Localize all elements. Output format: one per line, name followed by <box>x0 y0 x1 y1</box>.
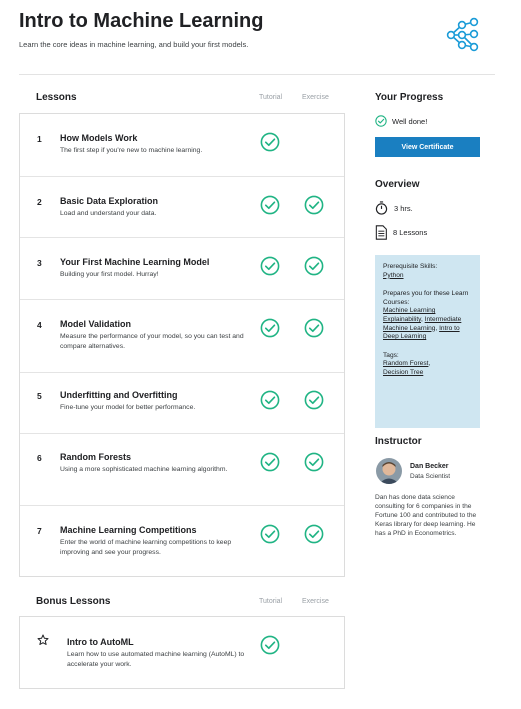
lesson-row-1[interactable]: 1 How Models Work The first step if you'… <box>20 114 344 177</box>
lesson-row-5[interactable]: 5 Underfitting and Overfitting Fine-tune… <box>20 373 344 434</box>
overview-lessons-text: 8 Lessons <box>393 228 428 237</box>
lesson-number: 6 <box>37 453 42 463</box>
progress-title: Your Progress <box>375 92 444 103</box>
tutorial-complete-check-icon[interactable] <box>260 195 280 215</box>
bonus-lesson-row[interactable]: Intro to AutoML Learn how to use automat… <box>19 616 345 689</box>
check-circle-icon <box>375 115 387 127</box>
lesson-description: Fine-tune your model for better performa… <box>60 404 196 411</box>
lesson-number: 4 <box>37 320 42 330</box>
bonus-lessons-title: Bonus Lessons <box>36 596 111 607</box>
tutorial-complete-check-icon[interactable] <box>260 256 280 276</box>
lesson-number: 3 <box>37 258 42 268</box>
prereq-link-python[interactable]: Python <box>383 272 404 279</box>
tag-link-decision-tree[interactable]: Decision Tree <box>383 369 423 376</box>
star-icon <box>37 634 49 645</box>
exercise-complete-check-icon[interactable] <box>304 390 324 410</box>
lesson-title[interactable]: Basic Data Exploration <box>60 196 158 206</box>
share-icon[interactable] <box>444 17 480 53</box>
progress-status-text: Well done! <box>392 116 428 126</box>
progress-status: Well done! <box>375 115 427 127</box>
lesson-title[interactable]: Model Validation <box>60 319 131 329</box>
lesson-row-3[interactable]: 3 Your First Machine Learning Model Buil… <box>20 238 344 300</box>
tutorial-complete-check-icon[interactable] <box>260 635 280 655</box>
tutorial-complete-check-icon[interactable] <box>260 390 280 410</box>
tutorial-complete-check-icon[interactable] <box>260 524 280 544</box>
lesson-row-4[interactable]: 4 Model Validation Measure the performan… <box>20 300 344 373</box>
overview-duration-text: 3 hrs. <box>394 203 413 213</box>
instructor-title: Instructor <box>375 436 422 447</box>
lessons-title: Lessons <box>36 92 77 103</box>
tag-link-random-forest[interactable]: Random Forest <box>383 360 428 367</box>
course-title: Intro to Machine Learning <box>19 10 264 32</box>
lesson-title[interactable]: Machine Learning Competitions <box>60 525 197 535</box>
exercise-column-label: Exercise <box>302 598 329 605</box>
lesson-description: Measure the performance of your model, s… <box>60 333 244 350</box>
exercise-complete-check-icon[interactable] <box>304 256 324 276</box>
lesson-title[interactable]: Intro to AutoML <box>67 637 134 647</box>
lesson-title[interactable]: Random Forests <box>60 452 131 462</box>
lesson-title[interactable]: Underfitting and Overfitting <box>60 390 178 400</box>
lesson-row-7[interactable]: 7 Machine Learning Competitions Enter th… <box>20 506 344 576</box>
lesson-number: 1 <box>37 134 42 144</box>
lesson-row-6[interactable]: 6 Random Forests Using a more sophistica… <box>20 434 344 506</box>
tutorial-complete-check-icon[interactable] <box>260 318 280 338</box>
instructor-name[interactable]: Dan Becker <box>410 463 449 470</box>
overview-lessons: 8 Lessons <box>375 225 427 240</box>
stopwatch-icon <box>375 201 388 215</box>
instructor-role: Data Scientist <box>410 473 451 480</box>
lesson-description: Using a more sophisticated machine learn… <box>60 466 228 473</box>
exercise-complete-check-icon[interactable] <box>304 452 324 472</box>
instructor-avatar[interactable] <box>376 458 402 484</box>
exercise-complete-check-icon[interactable] <box>304 524 324 544</box>
document-icon <box>375 225 387 240</box>
exercise-complete-check-icon[interactable] <box>304 318 324 338</box>
tutorial-column-label: Tutorial <box>259 598 283 605</box>
lesson-title[interactable]: Your First Machine Learning Model <box>60 257 209 267</box>
bonus-lessons-header: Bonus Lessons Tutorial Exercise <box>19 592 345 612</box>
lesson-number: 7 <box>37 526 42 536</box>
course-subtitle: Learn the core ideas in machine learning… <box>19 40 249 49</box>
lesson-description: The first step if you're new to machine … <box>60 147 203 154</box>
lesson-description: Enter the world of machine learning comp… <box>60 539 232 556</box>
lesson-number: 2 <box>37 197 42 207</box>
lesson-number: 5 <box>37 391 42 401</box>
exercise-complete-check-icon[interactable] <box>304 195 324 215</box>
tutorial-complete-check-icon[interactable] <box>260 132 280 152</box>
exercise-column-label: Exercise <box>302 94 329 101</box>
prepares-label: Prepares you for these Learn Courses: <box>383 290 469 306</box>
lesson-description: Learn how to use automated machine learn… <box>67 651 245 668</box>
prereq-label: Prerequisite Skills: <box>383 263 438 270</box>
view-certificate-button[interactable]: View Certificate <box>375 137 480 157</box>
overview-title: Overview <box>375 179 420 190</box>
lessons-list: 1 How Models Work The first step if you'… <box>19 113 345 577</box>
instructor-bio: Dan has done data science consulting for… <box>375 494 477 537</box>
tags-label: Tags: <box>383 351 399 359</box>
lesson-title[interactable]: How Models Work <box>60 133 137 143</box>
lesson-row-2[interactable]: 2 Basic Data Exploration Load and unders… <box>20 177 344 238</box>
lesson-description: Building your first model. Hurray! <box>60 271 159 278</box>
tutorial-complete-check-icon[interactable] <box>260 452 280 472</box>
header-divider <box>19 74 495 75</box>
course-info-box: Prerequisite Skills: Python Prepares you… <box>375 255 480 428</box>
overview-duration: 3 hrs. <box>375 201 413 215</box>
lesson-description: Load and understand your data. <box>60 210 157 217</box>
lessons-header: Lessons Tutorial Exercise <box>19 88 345 108</box>
tutorial-column-label: Tutorial <box>259 94 283 101</box>
